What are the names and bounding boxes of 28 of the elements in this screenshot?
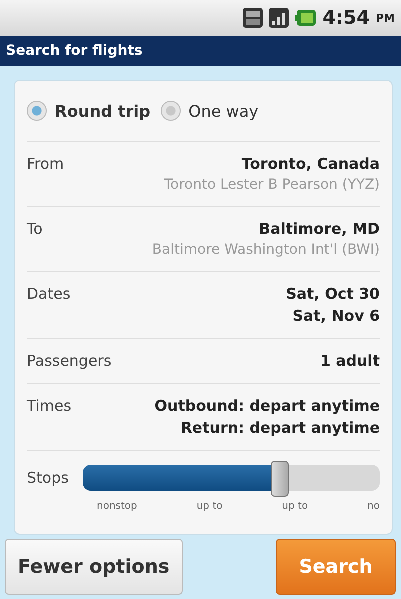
field-label: Dates bbox=[27, 285, 71, 305]
field-value[interactable]: Outbound: depart anytime bbox=[154, 397, 380, 415]
status-time: 4:54 bbox=[322, 7, 370, 29]
trip-type-radio[interactable]: Round trip bbox=[27, 101, 151, 121]
field-value[interactable]: Sat, Oct 30 bbox=[286, 285, 380, 303]
field-label: Passengers bbox=[27, 352, 112, 370]
signal-icon bbox=[268, 8, 289, 28]
field-label: Times bbox=[27, 397, 72, 417]
field-value[interactable]: Toronto, Canada bbox=[242, 155, 380, 173]
slider-tick-label: no bbox=[368, 501, 380, 512]
field-detail: Toronto Lester B Pearson (YYZ) bbox=[164, 177, 380, 193]
field-value[interactable]: Baltimore, MD bbox=[259, 220, 380, 238]
field-value[interactable]: Return: depart anytime bbox=[180, 419, 380, 437]
trip-type-radio[interactable]: One way bbox=[160, 101, 259, 121]
slider-thumb[interactable] bbox=[270, 461, 289, 497]
field-label: From bbox=[27, 155, 64, 175]
field-value[interactable]: Sat, Nov 6 bbox=[292, 307, 380, 325]
field-value[interactable]: 1 adult bbox=[320, 352, 380, 370]
status-ampm: PM bbox=[376, 12, 395, 24]
field-detail: Baltimore Washington Int'l (BWI) bbox=[152, 242, 380, 258]
field-label: Stops bbox=[27, 469, 69, 487]
fewer-options-button[interactable]: Fewer options bbox=[5, 539, 183, 595]
slider-tick-label: nonstop bbox=[97, 501, 138, 512]
field-label: To bbox=[27, 220, 43, 240]
battery-icon bbox=[294, 8, 317, 28]
screen-title: Search for flights bbox=[0, 36, 401, 66]
slider-tick-label: up to bbox=[282, 501, 308, 512]
slider-tick-label: up to bbox=[196, 501, 223, 512]
